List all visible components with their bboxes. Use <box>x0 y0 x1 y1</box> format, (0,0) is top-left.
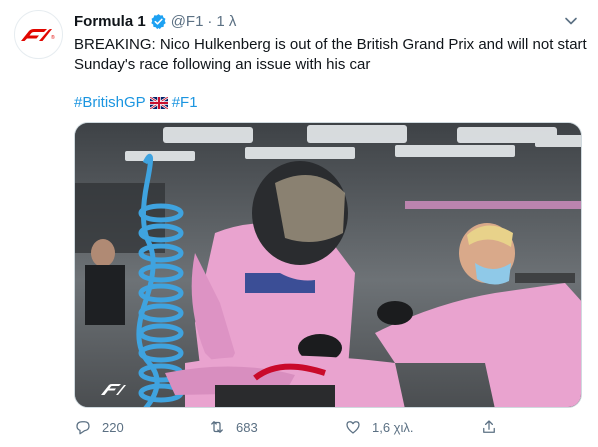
f1-logo-icon: ® <box>20 28 55 41</box>
retweet-count: 683 <box>236 419 258 435</box>
tweet-text-line-2: Sunday's race following an issue with hi… <box>74 56 371 73</box>
hashtags: #BritishGP #F1 <box>74 93 198 113</box>
svg-text:®: ® <box>51 34 55 41</box>
tweet-header: Formula 1 @F1 · 1 λ <box>74 10 580 32</box>
like-icon <box>346 421 360 434</box>
reply-count: 220 <box>102 419 124 435</box>
hashtag-britishgp[interactable]: #BritishGP <box>74 93 146 113</box>
tweet-media-image[interactable] <box>74 122 582 408</box>
like-count: 1,6 χιλ. <box>372 419 414 435</box>
reply-button[interactable]: 220 <box>74 418 124 436</box>
author-handle[interactable]: @F1 <box>171 13 204 30</box>
reply-icon <box>76 421 90 435</box>
more-options-button[interactable] <box>562 12 580 30</box>
tweet-actions: 220 683 1,6 χιλ. <box>74 414 524 440</box>
verified-badge-icon <box>150 13 166 29</box>
chevron-down-icon <box>565 17 577 25</box>
media-photo <box>75 123 581 407</box>
hashtag-f1[interactable]: #F1 <box>172 93 198 113</box>
tweet[interactable]: ® Formula 1 @F1 · 1 λ BREAKING: Nico Hul… <box>0 0 598 447</box>
tweet-text: BREAKING: Nico Hulkenberg is out of the … <box>74 35 587 75</box>
retweet-button[interactable]: 683 <box>208 418 258 436</box>
share-button[interactable] <box>480 418 498 436</box>
meta-separator: · <box>207 12 213 30</box>
tweet-time[interactable]: 1 λ <box>216 13 236 30</box>
author-avatar[interactable]: ® <box>14 10 63 59</box>
share-icon <box>483 420 495 433</box>
tweet-text-line-1: BREAKING: Nico Hulkenberg is out of the … <box>74 36 587 53</box>
like-button[interactable]: 1,6 χιλ. <box>344 418 414 436</box>
author-name[interactable]: Formula 1 <box>74 13 146 30</box>
retweet-icon <box>211 421 223 433</box>
uk-flag-icon <box>149 97 168 109</box>
